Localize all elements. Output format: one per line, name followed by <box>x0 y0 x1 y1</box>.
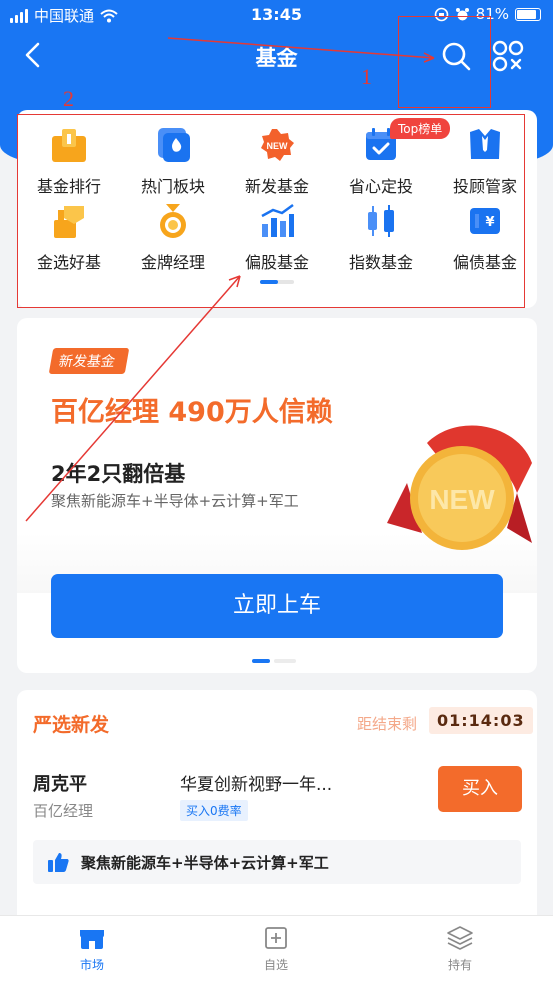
page-indicator-active <box>252 659 270 663</box>
bond-fund-icon: ¥ <box>470 208 500 234</box>
countdown-label: 距结束剩 <box>357 715 418 733</box>
search-icon[interactable] <box>438 38 474 74</box>
tab-label: 市场 <box>79 958 104 972</box>
menu-item-new-fund[interactable]: NEW 新发基金 <box>225 126 329 197</box>
fund-highlight[interactable]: 聚焦新能源车+半导体+云计算+军工 <box>33 840 521 884</box>
equity-fund-icon <box>261 203 294 237</box>
gold-select-icon <box>54 206 84 238</box>
buy-button[interactable]: 买入 <box>438 766 522 812</box>
menu-label: 金牌经理 <box>140 253 205 272</box>
menu-label: 偏股基金 <box>244 253 309 272</box>
menu-label: 基金排行 <box>36 177 101 196</box>
manager-title: 百亿经理 <box>33 802 94 820</box>
menu-item-index-fund[interactable]: 指数基金 <box>329 202 433 273</box>
medal-text: NEW <box>429 484 495 515</box>
tab-holdings[interactable]: 持有 <box>410 924 510 973</box>
section-title: 严选新发 <box>33 714 110 736</box>
top-list-badge[interactable]: Top榜单 <box>390 118 451 139</box>
market-icon <box>80 930 104 949</box>
menu-item-hot-sector[interactable]: 热门板块 <box>121 126 225 197</box>
scan-icon[interactable] <box>490 38 526 74</box>
menu-page-indicator <box>260 280 294 284</box>
holdings-icon <box>447 926 473 950</box>
menu-item-gold-select[interactable]: 金选好基 <box>17 202 121 273</box>
manager-name[interactable]: 周克平 <box>33 770 87 796</box>
menu-label: 指数基金 <box>348 253 413 272</box>
menu-label: 金选好基 <box>36 253 101 272</box>
status-right: 81% <box>434 5 541 23</box>
annotation-label-2: 2 <box>63 86 74 111</box>
annotation-label-1: 1 <box>361 64 372 89</box>
battery-percent: 81% <box>475 5 509 23</box>
promo-headline: 百亿经理 490万人信赖 <box>51 397 333 428</box>
svg-text:¥: ¥ <box>485 215 494 230</box>
status-bar: 中国联通 13:45 81% <box>0 0 553 30</box>
featured-new-fund-card: 严选新发 距结束剩 01:14:03 周克平 百亿经理 华夏创新视野一年... … <box>17 690 537 915</box>
highlight-text: 聚焦新能源车+半导体+云计算+军工 <box>81 854 329 872</box>
menu-item-advisor[interactable]: 投顾管家 <box>433 126 537 197</box>
board-now-button[interactable]: 立即上车 <box>51 574 503 638</box>
lock-rotation-icon <box>434 7 448 21</box>
index-fund-icon <box>368 205 394 237</box>
battery-icon <box>515 7 541 21</box>
menu-item-bond-fund[interactable]: ¥ 偏债基金 <box>433 202 537 273</box>
promo-banner[interactable]: 新发基金 百亿经理 490万人信赖 2年2只翻倍基 聚焦新能源车+半导体+云计算… <box>17 318 537 673</box>
menu-label: 热门板块 <box>140 177 205 196</box>
tab-label: 持有 <box>447 958 472 972</box>
promo-subtitle: 2年2只翻倍基 <box>51 462 186 486</box>
menu-label: 偏债基金 <box>452 253 517 272</box>
ranking-icon <box>52 129 86 162</box>
menu-item-gold-manager[interactable]: 金牌经理 <box>121 202 225 273</box>
fund-name[interactable]: 华夏创新视野一年... <box>180 770 332 795</box>
hot-sector-icon <box>158 128 190 162</box>
advisor-icon <box>470 129 500 159</box>
promo-tag: 新发基金 <box>48 348 130 374</box>
new-icon-text: NEW <box>267 141 289 151</box>
promo-description: 聚焦新能源车+半导体+云计算+军工 <box>51 492 299 510</box>
menu-item-equity-fund[interactable]: 偏股基金 <box>225 202 329 273</box>
new-medal-icon: NEW <box>387 425 532 550</box>
alarm-icon <box>455 7 469 20</box>
tab-label: 自选 <box>263 958 288 972</box>
new-fund-icon: NEW <box>261 129 294 161</box>
countdown-timer: 01:14:03 <box>429 707 533 734</box>
bottom-tab-bar: 市场 自选 持有 <box>0 915 553 983</box>
menu-label: 投顾管家 <box>452 177 517 196</box>
promo-page-indicator <box>252 659 302 663</box>
nav-bar: 基金 <box>0 30 553 82</box>
page-indicator-inactive <box>274 659 296 663</box>
menu-label: 省心定投 <box>348 177 413 196</box>
watchlist-icon <box>265 927 287 949</box>
tab-watchlist[interactable]: 自选 <box>226 924 326 973</box>
menu-label: 新发基金 <box>244 177 309 196</box>
gold-manager-icon <box>160 204 186 238</box>
page-indicator-active <box>260 280 278 284</box>
thumbs-up-icon <box>48 853 69 872</box>
menu-item-ranking[interactable]: 基金排行 <box>17 126 121 197</box>
tab-market[interactable]: 市场 <box>42 924 142 973</box>
fee-tag: 买入0费率 <box>180 800 248 821</box>
